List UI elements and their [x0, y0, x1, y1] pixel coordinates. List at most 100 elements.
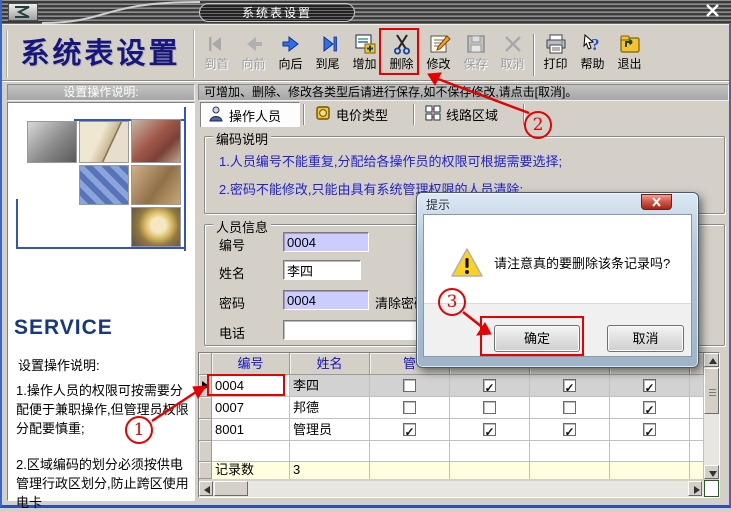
- cell-perm: [610, 375, 690, 397]
- annotation-box-ok-button: [480, 316, 584, 356]
- collage-photo-pen: [79, 121, 129, 163]
- permission-checkbox[interactable]: [643, 401, 656, 414]
- record-count-label: 记录数: [212, 462, 290, 479]
- permission-checkbox[interactable]: [483, 401, 496, 414]
- permission-checkbox[interactable]: [643, 379, 656, 392]
- collage-frame-line: [16, 247, 186, 249]
- help-icon: ?: [581, 32, 605, 56]
- password-field[interactable]: [283, 290, 369, 310]
- cell-name[interactable]: 管理员: [290, 419, 370, 441]
- cell-empty: [690, 441, 704, 462]
- toolbar-button-save: 保存: [457, 30, 494, 79]
- field-label-id: 编号: [219, 235, 245, 254]
- scrollbar-thumb[interactable]: [704, 368, 719, 414]
- dialog-message: 请注意真的要删除该条记录吗?: [494, 253, 670, 272]
- person-group-title: 人员信息: [213, 217, 271, 236]
- cell-empty: [450, 441, 530, 462]
- app-window: 系统表设置 系统表设置 到首 向前 向后 到尾 增加: [0, 0, 731, 508]
- field-label-password: 密码: [219, 293, 245, 312]
- permission-checkbox[interactable]: [563, 401, 576, 414]
- coding-group-title: 编码说明: [213, 129, 271, 148]
- footer-cell: [370, 462, 450, 479]
- vertical-scrollbar[interactable]: [704, 353, 719, 479]
- cell-perm: [530, 397, 610, 419]
- annotation-step-3: 3: [438, 288, 466, 316]
- dialog-title: 提示: [426, 196, 450, 213]
- operator-icon: [208, 106, 224, 125]
- cell-perm: [370, 375, 450, 397]
- save-icon: [464, 32, 488, 56]
- close-icon[interactable]: [705, 4, 723, 20]
- cell-perm: [450, 397, 530, 419]
- toolbar-button-print[interactable]: 打印: [537, 30, 574, 79]
- name-field[interactable]: [283, 260, 361, 280]
- row-selector-cell[interactable]: [199, 419, 212, 441]
- horizontal-scrollbar[interactable]: [199, 481, 704, 497]
- cell-id[interactable]: 0007: [212, 397, 290, 419]
- toolbar: 系统表设置 到首 向前 向后 到尾 增加 删除 修改: [2, 28, 729, 81]
- cell-id[interactable]: 8001: [212, 419, 290, 441]
- tab-operators[interactable]: 操作人员: [200, 102, 300, 127]
- permission-checkbox[interactable]: [563, 423, 576, 436]
- exit-icon: [618, 32, 642, 56]
- cell-filler: [690, 419, 704, 441]
- permission-checkbox[interactable]: [403, 401, 416, 414]
- tab-line-area[interactable]: 线路区域: [418, 102, 518, 127]
- go-previous-icon: [242, 32, 266, 56]
- go-first-icon: [205, 32, 229, 56]
- scroll-left-button[interactable]: [199, 481, 213, 496]
- sidebar-note-2: 2.区域编码的划分必须按供电管理行政区划分,防止跨区使用电卡: [16, 455, 190, 512]
- cell-perm: [370, 419, 450, 441]
- permission-checkbox[interactable]: [483, 423, 496, 436]
- tab-separator: [303, 104, 305, 125]
- page-title-panel: 系统表设置: [6, 30, 195, 78]
- permission-checkbox[interactable]: [483, 379, 496, 392]
- permission-checkbox[interactable]: [643, 423, 656, 436]
- svg-text:?: ?: [591, 35, 600, 54]
- cancel-button[interactable]: 取消: [607, 325, 684, 352]
- collage-photo-keyboard: [79, 165, 129, 205]
- annotation-box-selected-record: [207, 374, 285, 396]
- app-logo-icon: [8, 3, 38, 21]
- hint-bar: 可增加、删除、修改各类型后请进行保存,如不保存修改,请点击[取消]。: [198, 84, 729, 101]
- scrollbar-corner: [704, 480, 719, 497]
- annotation-box-delete-button: [379, 28, 419, 75]
- cell-perm: [610, 397, 690, 419]
- toolbar-button-last[interactable]: 到尾: [309, 30, 346, 79]
- tab-price-type[interactable]: 电价类型: [308, 102, 408, 127]
- row-selector-cell[interactable]: [199, 397, 212, 419]
- toolbar-button-modify[interactable]: 修改: [420, 30, 457, 79]
- dialog-close-icon[interactable]: [641, 194, 672, 210]
- scroll-up-button[interactable]: [704, 353, 719, 367]
- line-area-icon: [425, 105, 441, 124]
- grid-col-header-id: 编号: [212, 353, 290, 375]
- cell-name[interactable]: 李四: [290, 375, 370, 397]
- collage-photo-watch: [131, 207, 181, 247]
- permission-checkbox[interactable]: [403, 379, 416, 392]
- id-field[interactable]: [283, 232, 369, 252]
- toolbar-button-exit[interactable]: 退出: [611, 30, 648, 79]
- toolbar-button-help[interactable]: ? 帮助: [574, 30, 611, 79]
- footer-cell: [690, 462, 704, 479]
- field-label-phone: 电话: [219, 323, 245, 342]
- permission-checkbox[interactable]: [403, 423, 416, 436]
- collage-frame-line: [184, 107, 186, 251]
- cell-perm: [610, 419, 690, 441]
- permission-checkbox[interactable]: [563, 379, 576, 392]
- collage-photo-tools: [27, 121, 77, 163]
- scrollbar-thumb[interactable]: [214, 481, 248, 496]
- toolbar-button-add[interactable]: 增加: [346, 30, 383, 79]
- cell-empty: [290, 441, 370, 462]
- footer-cell: [610, 462, 690, 479]
- scroll-right-button[interactable]: [688, 481, 702, 496]
- annotation-step-2: 2: [524, 111, 552, 139]
- cancel-icon: [501, 32, 525, 56]
- price-book-icon: [315, 105, 331, 124]
- cell-perm: [530, 375, 610, 397]
- toolbar-button-next[interactable]: 向后: [272, 30, 309, 79]
- scroll-down-button[interactable]: [704, 465, 719, 479]
- annotation-step-1: 1: [125, 416, 153, 444]
- sidebar-note-title: 设置操作说明:: [18, 355, 100, 374]
- cell-name[interactable]: 邦德: [290, 397, 370, 419]
- cell-filler: [690, 375, 704, 397]
